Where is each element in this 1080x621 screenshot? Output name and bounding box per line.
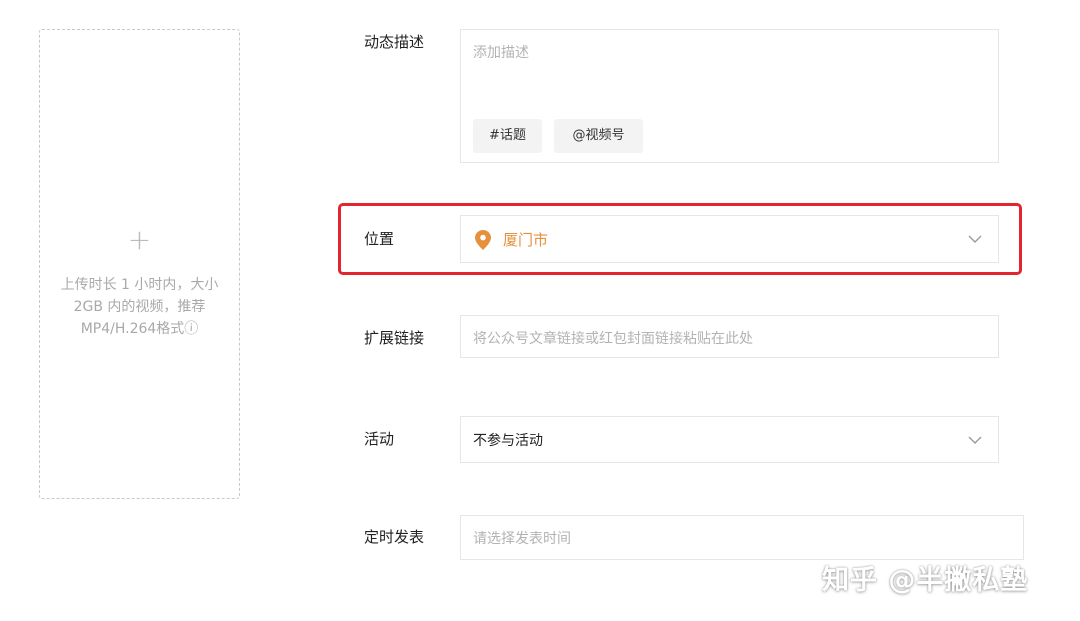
watermark-text: 知乎 @半撇私塾 (822, 565, 1029, 596)
location-select[interactable]: 厦门市 (460, 215, 999, 263)
link-input[interactable]: 将公众号文章链接或红包封面链接粘贴在此处 (460, 315, 999, 358)
description-textarea[interactable]: 添加描述 #话题 @视频号 (460, 29, 999, 163)
chevron-down-icon (968, 436, 982, 444)
chevron-down-icon (968, 235, 982, 243)
schedule-label: 定时发表 (364, 528, 425, 546)
upload-hint-text: 上传时长 1 小时内，大小 2GB 内的视频，推荐MP4/H.264格式ⓘ (60, 277, 219, 337)
activity-select[interactable]: 不参与活动 (460, 416, 999, 463)
mention-channel-button[interactable]: @视频号 (554, 119, 643, 153)
upload-plus-icon: + (127, 223, 152, 256)
location-pin-icon (475, 230, 491, 250)
location-label: 位置 (364, 230, 395, 248)
location-value: 厦门市 (503, 231, 549, 249)
description-label: 动态描述 (364, 33, 425, 51)
activity-label: 活动 (364, 430, 395, 448)
link-placeholder: 将公众号文章链接或红包封面链接粘贴在此处 (473, 331, 753, 347)
activity-value: 不参与活动 (473, 433, 543, 449)
schedule-time-input[interactable]: 请选择发表时间 (460, 515, 1024, 560)
link-label: 扩展链接 (364, 329, 425, 347)
schedule-placeholder: 请选择发表时间 (473, 531, 571, 547)
video-upload-area[interactable]: + 上传时长 1 小时内，大小 2GB 内的视频，推荐MP4/H.264格式ⓘ (39, 29, 240, 499)
topic-tag-button[interactable]: #话题 (473, 119, 542, 153)
description-placeholder: 添加描述 (473, 45, 529, 61)
